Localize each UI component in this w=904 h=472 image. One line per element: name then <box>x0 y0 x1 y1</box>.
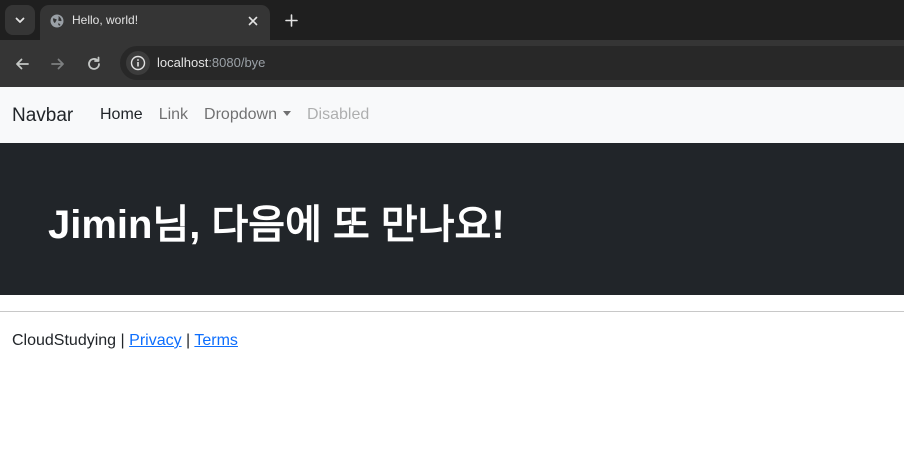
info-icon <box>130 55 146 71</box>
url-text: localhost:8080/bye <box>157 55 265 70</box>
close-tab-button[interactable] <box>244 12 262 30</box>
new-tab-button[interactable] <box>280 9 302 31</box>
nav-dropdown-label: Dropdown <box>204 106 277 123</box>
tab-title: Hello, world! <box>72 13 139 27</box>
nav-links: Home Link Dropdown Disabled <box>100 106 385 124</box>
footer-separator: | <box>186 332 191 349</box>
footer-divider <box>0 311 904 312</box>
back-button[interactable] <box>9 51 35 77</box>
hero-banner: Jimin님, 다음에 또 만나요! <box>0 143 904 295</box>
globe-icon <box>50 14 64 28</box>
browser-tab[interactable]: Hello, world! <box>40 5 270 40</box>
url-host: localhost <box>157 55 209 70</box>
footer-separator: | <box>120 332 125 349</box>
nav-link-home[interactable]: Home <box>100 106 143 124</box>
footer: CloudStudying | Privacy | Terms <box>12 332 238 350</box>
back-arrow-icon <box>16 58 29 70</box>
terms-link[interactable]: Terms <box>194 332 238 349</box>
footer-brand: CloudStudying <box>12 332 117 349</box>
address-bar[interactable]: localhost:8080/bye <box>120 46 904 80</box>
privacy-link[interactable]: Privacy <box>129 332 181 349</box>
url-path: :8080/bye <box>208 55 266 70</box>
nav-link-disabled: Disabled <box>306 106 370 123</box>
site-info-button[interactable] <box>126 51 150 75</box>
browser-tab-strip: Hello, world! <box>0 0 904 40</box>
caret-down-icon <box>282 111 291 116</box>
forward-button[interactable] <box>45 51 71 77</box>
reload-button[interactable] <box>81 51 107 77</box>
chevron-down-icon <box>15 17 25 23</box>
navbar: Navbar Home Link Dropdown Disabled <box>0 87 904 143</box>
plus-icon <box>284 13 298 27</box>
nav-dropdown[interactable]: Dropdown <box>204 106 291 124</box>
navbar-brand[interactable]: Navbar <box>12 105 73 127</box>
nav-link-link[interactable]: Link <box>159 106 188 124</box>
hero-title: Jimin님, 다음에 또 만나요! <box>48 203 505 247</box>
close-icon <box>248 16 258 26</box>
browser-toolbar: localhost:8080/bye <box>0 40 904 87</box>
forward-arrow-icon <box>51 58 64 70</box>
reload-icon <box>88 56 100 70</box>
tab-search-button[interactable] <box>5 5 35 35</box>
